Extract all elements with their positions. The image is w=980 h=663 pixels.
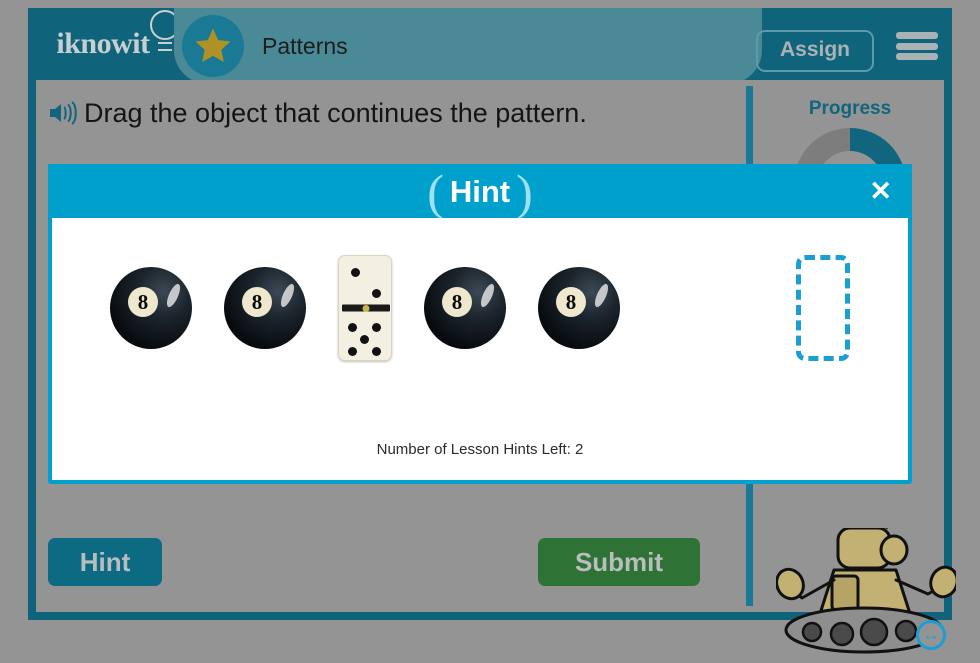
menu-bar-3 — [896, 53, 938, 60]
hint-modal: ( Hint ) ✕ 8 8 8 8 Number of Lesson Hints L… — [48, 164, 912, 484]
eight-ball-number: 8 — [128, 286, 159, 317]
domino-divider-bar — [342, 304, 390, 312]
eight-ball-highlight — [164, 282, 183, 309]
menu-bar-2 — [896, 42, 938, 50]
eight-ball-number: 8 — [242, 286, 273, 317]
answer-drop-zone[interactable] — [796, 255, 850, 361]
pattern-sequence: 8 8 8 8 — [52, 228, 908, 388]
eight-ball-number: 8 — [556, 286, 587, 317]
logo-text: iknowit — [56, 27, 150, 60]
hints-left-text: Number of Lesson Hints Left: 2 — [376, 441, 584, 458]
lightbulb-base-icon — [158, 42, 172, 51]
hint-modal-title-wrap: ( Hint ) — [427, 164, 533, 220]
domino-pip-bottom — [348, 347, 357, 356]
question-bar: Drag the object that continues the patte… — [36, 80, 736, 146]
domino-pip-bottom — [348, 323, 357, 332]
domino-pip-bottom — [372, 323, 381, 332]
eight-ball-highlight — [278, 282, 297, 309]
eight-ball-number: 8 — [442, 286, 473, 317]
progress-label: Progress — [808, 98, 892, 119]
left-paren-decoration: ( — [427, 164, 444, 220]
close-icon[interactable]: ✕ — [869, 178, 892, 205]
star-badge — [182, 15, 244, 77]
hint-modal-header: ( Hint ) ✕ — [48, 164, 912, 220]
resize-horizontal-icon[interactable]: ↔ — [916, 620, 946, 650]
robot-mascot: ↔ — [775, 519, 959, 658]
eight-ball-highlight — [478, 282, 497, 309]
hint-modal-body: 8 8 8 8 Number of Lesson Hints Left: 2 — [52, 218, 908, 480]
pattern-item-eight-ball[interactable]: 8 — [424, 267, 506, 349]
right-paren-decoration: ) — [516, 164, 533, 220]
lesson-title-tab: Patterns — [174, 8, 762, 84]
page-title: Patterns — [262, 32, 348, 59]
domino-pip-bottom — [372, 347, 381, 356]
hint-button[interactable]: Hint — [48, 538, 162, 586]
pattern-item-eight-ball[interactable]: 8 — [538, 267, 620, 349]
domino-pip-top — [351, 268, 360, 277]
domino-pip-bottom — [360, 335, 369, 344]
hamburger-menu-icon[interactable] — [896, 30, 938, 62]
brand-logo[interactable]: iknowit — [28, 8, 180, 80]
star-icon — [195, 28, 231, 63]
app-header: iknowit Patterns Assign — [28, 8, 952, 84]
submit-button[interactable]: Submit — [538, 538, 700, 586]
question-text: Drag the object that continues the patte… — [84, 97, 587, 128]
hint-modal-title: Hint — [449, 174, 511, 209]
eight-ball-highlight — [592, 282, 611, 309]
pattern-item-domino[interactable] — [338, 255, 392, 361]
assign-button[interactable]: Assign — [755, 30, 874, 72]
menu-bar-1 — [896, 32, 938, 39]
domino-pip-top — [372, 289, 381, 298]
speaker-icon[interactable] — [48, 100, 78, 126]
pattern-item-eight-ball[interactable]: 8 — [110, 267, 192, 349]
pattern-item-eight-ball[interactable]: 8 — [224, 267, 306, 349]
